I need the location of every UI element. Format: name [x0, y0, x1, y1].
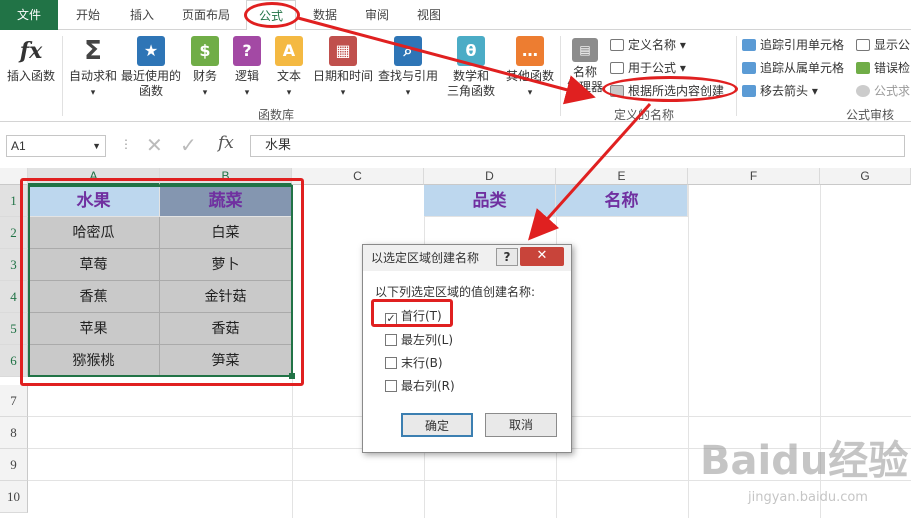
baidu-watermark-url: jingyan.baidu.com	[748, 490, 868, 505]
baidu-watermark-logo: Baidu经验	[700, 438, 909, 484]
arrow-to-dialog	[528, 103, 652, 241]
arrow-to-create-button	[297, 16, 596, 105]
